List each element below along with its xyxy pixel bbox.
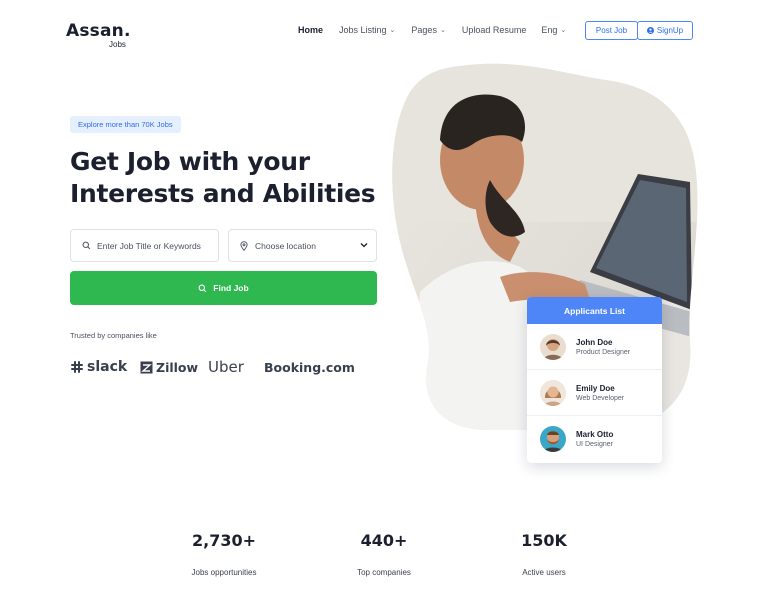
nav-upload-resume[interactable]: Upload Resume: [462, 25, 527, 35]
stat-users: 150K Active users: [464, 531, 624, 577]
applicants-card: Applicants List John Doe Product Designe…: [527, 297, 662, 463]
headline-line-1: Get Job with your: [70, 147, 310, 176]
applicants-title: Applicants List: [527, 297, 662, 324]
logo-text: Assan.: [66, 21, 131, 41]
explore-badge-text: Explore more than 70K Jobs: [78, 120, 173, 129]
hero-headline: Get Job with your Interests and Abilitie…: [70, 146, 390, 210]
applicant-role: Product Designer: [576, 348, 631, 356]
stat-value: 440+: [360, 531, 408, 550]
post-job-button[interactable]: Post Job: [585, 21, 638, 40]
applicant-name: Mark Otto: [576, 430, 614, 439]
find-job-label: Find Job: [213, 283, 249, 293]
applicant-name: Emily Doe: [576, 383, 615, 393]
stat-value: 2,730+: [191, 531, 256, 550]
logo-subtext: Jobs: [109, 40, 126, 49]
nav-pages-label: Pages: [411, 25, 437, 35]
nav-language-label: Eng: [541, 25, 558, 35]
stat-companies: 440+ Top companies: [304, 531, 464, 577]
chevron-down-icon: ⌄: [389, 27, 396, 34]
booking-logo: Booking.com: [264, 360, 355, 375]
user-icon: [646, 27, 654, 34]
booking-wordmark: Booking.com: [264, 359, 355, 375]
stat-label: Active users: [522, 568, 566, 577]
nav-jobs-listing[interactable]: Jobs Listing ⌄: [339, 25, 395, 35]
main-nav: Home Jobs Listing ⌄ Pages ⌄ Upload Resum…: [298, 22, 566, 38]
applicant-role: Web Developer: [576, 394, 625, 402]
slack-logo: slack: [70, 359, 140, 375]
nav-language[interactable]: Eng ⌄: [541, 25, 566, 35]
location-pin-icon: [239, 240, 249, 251]
search-icon: [81, 241, 91, 251]
stat-label: Top companies: [357, 568, 411, 577]
trusted-label: Trusted by companies like: [70, 331, 157, 340]
job-search-placeholder: Enter Job Title or Keywords: [97, 240, 201, 251]
location-select[interactable]: Choose location: [228, 229, 377, 262]
find-job-button[interactable]: Find Job: [70, 271, 377, 305]
zillow-icon: [140, 361, 153, 373]
zillow-wordmark: Zillow: [156, 359, 199, 375]
nav-jobs-listing-label: Jobs Listing: [339, 25, 387, 35]
brand-logos: slack Zillow Uber Booking.com: [70, 356, 355, 378]
applicant-row[interactable]: John Doe Product Designer: [527, 324, 662, 370]
location-placeholder: Choose location: [255, 240, 316, 251]
signup-button[interactable]: SignUp: [637, 21, 693, 40]
nav-home[interactable]: Home: [298, 25, 323, 35]
signup-label: SignUp: [656, 26, 684, 35]
headline-line-2: Interests and Abilities: [70, 179, 376, 208]
applicant-role: UI Designer: [576, 441, 613, 448]
applicant-row[interactable]: Emily Doe Web Developer: [527, 370, 662, 416]
nav-pages[interactable]: Pages ⌄: [411, 25, 445, 35]
stat-value: 150K: [521, 531, 567, 550]
nav-home-label: Home: [298, 25, 324, 35]
avatar: [540, 426, 566, 452]
avatar: [540, 333, 566, 360]
post-job-label: Post Job: [595, 26, 628, 35]
stat-jobs: 2,730+ Jobs opportunities: [144, 531, 304, 577]
stat-label: Jobs opportunities: [191, 568, 257, 577]
slack-icon: [71, 361, 83, 373]
applicant-row[interactable]: Mark Otto UI Designer: [527, 416, 662, 462]
uber-logo: Uber: [208, 358, 264, 376]
avatar: [540, 379, 566, 406]
chevron-down-icon: ⌄: [560, 27, 567, 34]
chevron-down-icon: [360, 241, 368, 250]
chevron-down-icon: ⌄: [439, 27, 446, 34]
zillow-logo: Zillow: [140, 360, 208, 375]
search-icon: [198, 284, 207, 293]
explore-badge: Explore more than 70K Jobs: [70, 116, 181, 133]
slack-wordmark: slack: [87, 359, 128, 375]
uber-wordmark: Uber: [208, 358, 244, 376]
logo[interactable]: Assan. Jobs: [66, 21, 131, 49]
job-search-input[interactable]: Enter Job Title or Keywords: [70, 229, 219, 262]
nav-upload-resume-label: Upload Resume: [461, 25, 527, 35]
applicant-name: John Doe: [576, 337, 613, 347]
